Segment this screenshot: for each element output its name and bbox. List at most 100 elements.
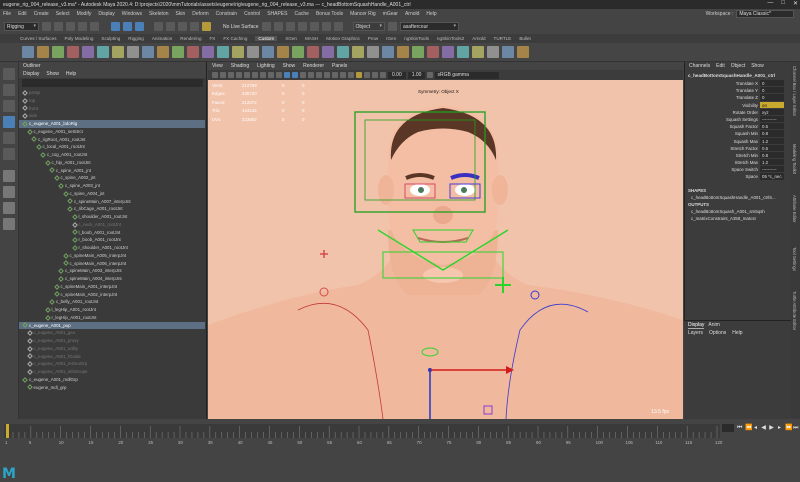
viewport-menu-lighting[interactable]: Lighting <box>257 62 275 70</box>
layer-tab-anim[interactable]: Anim <box>708 321 719 329</box>
channel-row[interactable]: Squash Factor 0.5 <box>685 123 791 131</box>
outliner-row[interactable]: c_rigRoot_A001_rootJnt <box>19 136 205 144</box>
channel-value-field[interactable]: on <box>760 101 784 109</box>
outliner-row[interactable]: c_cog_A001_rootJnt <box>19 151 205 159</box>
shadows-icon[interactable] <box>324 72 330 78</box>
lights-icon[interactable] <box>316 72 322 78</box>
channel-row[interactable]: Squash Max 1.2 <box>685 137 791 145</box>
viewport-menu-show[interactable]: Show <box>283 62 296 70</box>
shelf-tab-fx-caching[interactable]: FX Caching <box>223 36 247 41</box>
history-icon[interactable] <box>261 22 271 31</box>
shelf-tool-icon[interactable] <box>292 45 304 58</box>
menu-constrain[interactable]: Constrain <box>216 11 237 17</box>
shelf-tool-icon[interactable] <box>487 45 499 58</box>
xray-icon[interactable] <box>364 72 370 78</box>
render-icon[interactable] <box>273 22 283 31</box>
shelf-tab-motion-graphics[interactable]: Motion Graphics <box>326 36 359 41</box>
viewport-menu-shading[interactable]: Shading <box>231 62 249 70</box>
wireframe-icon[interactable] <box>284 72 290 78</box>
outliner-search-input[interactable] <box>22 79 203 87</box>
output-node-name[interactable]: c_matrixConstraint_A358_matcst <box>685 215 791 222</box>
paint-select-icon[interactable] <box>3 100 15 112</box>
shelf-tab-igen[interactable]: IGen <box>386 36 396 41</box>
channel-menu-show[interactable]: Show <box>751 62 764 71</box>
single-view-icon[interactable] <box>3 170 15 182</box>
go-to-start-icon[interactable]: ⏮ <box>737 424 742 432</box>
channel-menu-object[interactable]: Object <box>731 62 745 71</box>
outliner-row[interactable]: r_boob_A001_rootJnt <box>19 236 205 244</box>
outliner-row[interactable]: c_eugene_A001_proxy <box>19 337 205 345</box>
camera-select-icon[interactable] <box>212 72 218 78</box>
object-field[interactable]: Object <box>352 22 385 31</box>
shelf-tool-icon[interactable] <box>322 45 334 58</box>
user-field[interactable]: asaftercour <box>400 22 460 31</box>
grid-icon[interactable] <box>244 72 250 78</box>
film-gate-icon[interactable] <box>252 72 258 78</box>
motion-blur-icon[interactable] <box>340 72 346 78</box>
outliner-row[interactable]: l_boob_A001_rootJnt <box>19 229 205 237</box>
near-clip-field[interactable]: 0.00 <box>388 71 406 79</box>
channel-menu-channels[interactable]: Channels <box>689 62 710 71</box>
menu-skeleton[interactable]: Skeleton <box>149 11 168 17</box>
shelf-tool-icon[interactable] <box>442 45 454 58</box>
shelf-tool-icon[interactable] <box>202 45 214 58</box>
outliner-row[interactable]: r_shoulder_A001_rootJnt <box>19 244 205 252</box>
outliner-row[interactable]: c_spine_A003_jnt <box>19 182 205 190</box>
outliner-row[interactable]: c_eugene_A001_setStrct <box>19 128 205 136</box>
live-surface-label[interactable]: No Live Surface <box>223 24 259 30</box>
undo-icon[interactable] <box>77 22 87 31</box>
layer-menu-layers[interactable]: Layers <box>688 329 703 337</box>
colorspace-dropdown[interactable]: sRGB gamma <box>435 71 499 79</box>
menu-bonus-tools[interactable]: Bonus Tools <box>316 11 343 17</box>
channel-value-field[interactable]: 0.8 <box>760 151 784 160</box>
go-to-end-icon[interactable]: ⏭ <box>793 424 798 432</box>
image-plane-icon[interactable] <box>236 72 242 78</box>
menu-edit[interactable]: Edit <box>18 11 27 17</box>
select-component-icon[interactable] <box>134 22 144 31</box>
shelf-tab-prow[interactable]: Prow <box>368 36 378 41</box>
viewport-menu-panels[interactable]: Panels <box>332 62 347 70</box>
shelf-tool-icon[interactable] <box>187 45 199 58</box>
shelf-tab-arnold[interactable]: Arnold <box>472 36 485 41</box>
lasso-tool-icon[interactable] <box>3 84 15 96</box>
select-hierarchy-icon[interactable] <box>110 22 120 31</box>
menu-mancer-rig[interactable]: Mancer Rig <box>350 11 376 17</box>
outliner-row[interactable]: top <box>19 97 205 105</box>
outliner-row[interactable]: c_spine_A004_jnt <box>19 190 205 198</box>
menu-set-dropdown[interactable]: Rigging <box>4 22 39 31</box>
render-view-icon[interactable] <box>321 22 331 31</box>
outliner-row[interactable]: c_neck_A001_rootJnt <box>19 221 205 229</box>
time-slider-track[interactable] <box>4 424 720 438</box>
shelf-tab-custom[interactable]: Custom <box>255 36 278 41</box>
shelf-tool-icon[interactable] <box>307 45 319 58</box>
channel-row[interactable]: Stretch Max 1.2 <box>685 159 791 167</box>
textured-icon[interactable] <box>308 72 314 78</box>
channel-row[interactable]: Translate Y0 <box>685 87 791 95</box>
safe-action-icon[interactable] <box>276 72 282 78</box>
outliner-row[interactable]: c_eugene_A001_geo <box>19 329 205 337</box>
outliner-row[interactable]: c_spineMain_A003_interpJnt <box>19 267 205 275</box>
channel-row[interactable]: Translate X0 <box>685 80 791 88</box>
outliner-row[interactable]: side <box>19 112 205 120</box>
hypershade-icon[interactable] <box>309 22 319 31</box>
channel-value-field[interactable]: 0.5 <box>760 123 784 131</box>
persp-outliner-icon[interactable] <box>3 202 15 214</box>
shelf-tool-icon[interactable] <box>67 45 79 58</box>
shelf-tab-animation[interactable]: Animation <box>152 36 172 41</box>
channel-value-field[interactable]: 0.8 <box>760 130 784 138</box>
workspace-dropdown[interactable]: Maya Classic* <box>736 10 794 18</box>
shelf-tool-icon[interactable] <box>247 45 259 58</box>
outliner-row[interactable]: c_eugene_A001_mdlGrp <box>19 376 205 384</box>
viewport-menu-renderer[interactable]: Renderer <box>303 62 324 70</box>
arnold-icon[interactable] <box>333 22 343 31</box>
channel-row[interactable]: Space Switch ---------- <box>685 166 791 174</box>
channel-value-field[interactable]: ---------- <box>760 115 784 124</box>
channel-value-field[interactable]: 0.5 <box>760 144 784 152</box>
isolate-select-icon[interactable] <box>356 72 362 78</box>
channel-row[interactable]: Stretch Min 0.8 <box>685 151 791 160</box>
scale-tool-icon[interactable] <box>3 148 15 160</box>
maximize-button[interactable]: □ <box>781 0 785 7</box>
channel-value-field[interactable]: 05 *c_nec <box>760 173 784 181</box>
shelf-tool-icon[interactable] <box>82 45 94 58</box>
select-tool-icon[interactable] <box>3 68 15 80</box>
